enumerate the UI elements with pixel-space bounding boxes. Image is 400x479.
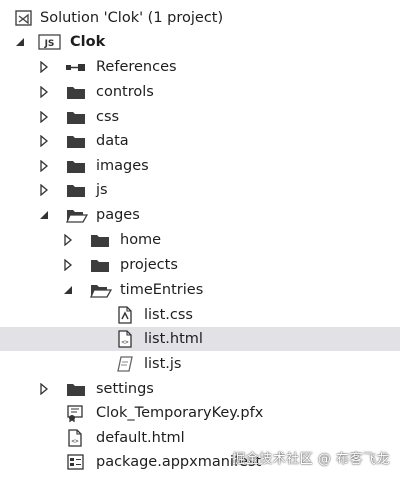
data-label: data bbox=[96, 133, 129, 149]
folder-icon bbox=[66, 83, 86, 101]
html-file-icon: <> bbox=[116, 330, 136, 348]
expanded-triangle-icon[interactable] bbox=[62, 284, 74, 296]
js-badge-text: JS bbox=[44, 39, 55, 49]
certificate-key-icon bbox=[66, 404, 86, 422]
folder-icon bbox=[90, 256, 110, 274]
collapsed-triangle-icon[interactable] bbox=[38, 85, 50, 99]
solution-label: Solution 'Clok' (1 project) bbox=[40, 10, 224, 26]
js-file-icon bbox=[116, 355, 136, 373]
collapsed-triangle-icon[interactable] bbox=[38, 60, 50, 74]
tree-row-solution[interactable]: Solution 'Clok' (1 project) bbox=[0, 6, 400, 30]
tree-row-settings[interactable]: settings bbox=[0, 377, 400, 401]
tree-row-list-css[interactable]: list.css bbox=[0, 303, 400, 327]
list-html-label: list.html bbox=[144, 331, 203, 347]
controls-label: controls bbox=[96, 84, 154, 100]
tree-row-css[interactable]: css bbox=[0, 105, 400, 129]
pages-label: pages bbox=[96, 207, 140, 223]
tree-row-data[interactable]: data bbox=[0, 129, 400, 153]
folder-icon bbox=[66, 108, 86, 126]
tree-row-images[interactable]: images bbox=[0, 154, 400, 178]
collapsed-triangle-icon[interactable] bbox=[38, 134, 50, 148]
tree-row-projects[interactable]: projects bbox=[0, 253, 400, 277]
tree-row-home[interactable]: home bbox=[0, 228, 400, 252]
references-icon bbox=[64, 58, 85, 76]
tree-row-list-html[interactable]: <> list.html bbox=[0, 327, 400, 351]
collapsed-triangle-icon[interactable] bbox=[62, 233, 74, 247]
collapsed-triangle-icon[interactable] bbox=[38, 159, 50, 173]
css-file-icon bbox=[116, 306, 136, 324]
tree-row-project[interactable]: JS Clok bbox=[0, 30, 400, 54]
js-label: js bbox=[96, 182, 108, 198]
svg-text:<>: <> bbox=[71, 438, 79, 445]
images-label: images bbox=[96, 158, 149, 174]
tree-row-default-html[interactable]: <> default.html bbox=[0, 426, 400, 450]
collapsed-triangle-icon[interactable] bbox=[38, 382, 50, 396]
project-label: Clok bbox=[70, 34, 106, 50]
js-project-icon: JS bbox=[38, 33, 61, 51]
collapsed-triangle-icon[interactable] bbox=[38, 110, 50, 124]
folder-icon bbox=[66, 157, 86, 175]
folder-icon bbox=[90, 231, 110, 249]
list-js-label: list.js bbox=[144, 356, 182, 372]
pfx-label: Clok_TemporaryKey.pfx bbox=[96, 405, 264, 421]
tree-row-js[interactable]: js bbox=[0, 178, 400, 202]
manifest-icon bbox=[66, 453, 86, 471]
expanded-triangle-icon[interactable] bbox=[38, 209, 50, 221]
css-label: css bbox=[96, 109, 120, 125]
list-css-label: list.css bbox=[144, 307, 193, 323]
html-file-icon: <> bbox=[66, 429, 86, 447]
settings-label: settings bbox=[96, 381, 154, 397]
home-label: home bbox=[120, 232, 162, 248]
open-folder-icon bbox=[66, 206, 89, 224]
open-folder-icon bbox=[90, 281, 113, 299]
folder-icon bbox=[66, 132, 86, 150]
tree-row-list-js[interactable]: list.js bbox=[0, 352, 400, 376]
svg-text:<>: <> bbox=[121, 339, 129, 346]
timeentries-label: timeEntries bbox=[120, 282, 204, 298]
expanded-triangle-icon[interactable] bbox=[14, 36, 26, 48]
folder-icon bbox=[66, 380, 86, 398]
projects-label: projects bbox=[120, 257, 178, 273]
tree-row-pages[interactable]: pages bbox=[0, 203, 400, 227]
folder-icon bbox=[66, 181, 86, 199]
tree-row-pfx[interactable]: Clok_TemporaryKey.pfx bbox=[0, 401, 400, 425]
tree-row-controls[interactable]: controls bbox=[0, 80, 400, 104]
collapsed-triangle-icon[interactable] bbox=[38, 183, 50, 197]
default-html-label: default.html bbox=[96, 430, 185, 446]
tree-row-timeentries[interactable]: timeEntries bbox=[0, 278, 400, 302]
references-label: References bbox=[96, 59, 177, 75]
tree-row-references[interactable]: References bbox=[0, 55, 400, 79]
solution-icon bbox=[14, 9, 34, 27]
collapsed-triangle-icon[interactable] bbox=[62, 258, 74, 272]
watermark-text: 掘金技术社区 @ 布客飞龙 bbox=[232, 452, 390, 467]
